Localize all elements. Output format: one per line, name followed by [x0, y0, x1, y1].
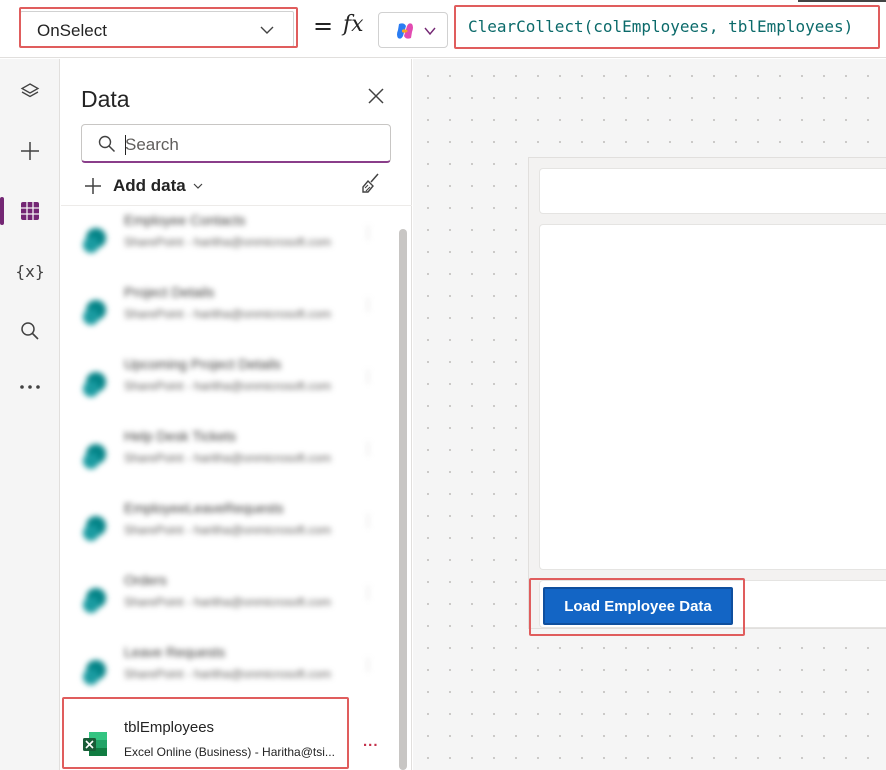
data-source-list: Employee Contacts SharePoint - haritha@o… [61, 206, 399, 770]
layers-icon [20, 83, 40, 98]
app-screen[interactable]: Load Employee Data [528, 157, 886, 629]
data-source-subtitle: SharePoint - haritha@onmicrosoft.com [124, 595, 331, 609]
more-options-icon: ⋮ [361, 512, 375, 528]
tree-view-button[interactable] [0, 72, 60, 112]
data-source-item[interactable]: Orders SharePoint - haritha@onmicrosoft.… [61, 566, 399, 638]
data-source-subtitle: SharePoint - haritha@onmicrosoft.com [124, 667, 331, 681]
plus-icon [85, 178, 101, 194]
add-data-label: Add data [113, 176, 186, 195]
data-source-subtitle: SharePoint - haritha@onmicrosoft.com [124, 523, 331, 537]
property-dropdown[interactable]: OnSelect [20, 11, 294, 47]
data-source-subtitle: SharePoint - haritha@onmicrosoft.com [124, 307, 331, 321]
chevron-down-icon [260, 26, 274, 34]
sharepoint-icon [83, 300, 106, 325]
canvas[interactable]: Load Employee Data [413, 59, 886, 770]
sharepoint-icon [83, 228, 106, 253]
data-source-name: Employee Contacts [124, 212, 246, 228]
more-options-icon: ⋮ [361, 440, 375, 456]
sharepoint-icon [83, 660, 106, 685]
equals-sign: = [313, 12, 334, 40]
data-button[interactable] [0, 191, 60, 231]
search-icon [21, 322, 39, 340]
more-options-button[interactable]: ... [363, 733, 379, 750]
search-input[interactable]: Search [81, 124, 391, 163]
data-source-name: EmployeeLeaveRequests [124, 500, 284, 516]
data-panel: Data Search Add data Employee Contacts S… [61, 59, 412, 770]
data-source-item[interactable]: Employee Contacts SharePoint - haritha@o… [61, 206, 399, 278]
sharepoint-icon [83, 372, 106, 397]
data-source-name: Orders [124, 572, 167, 588]
gallery-container[interactable] [539, 224, 886, 570]
header-container[interactable] [539, 168, 886, 214]
close-icon[interactable] [365, 85, 387, 107]
sharepoint-icon [83, 588, 106, 613]
data-source-subtitle: SharePoint - haritha@onmicrosoft.com [124, 451, 331, 465]
broom-icon[interactable] [359, 171, 383, 195]
search-placeholder: Search [125, 135, 179, 154]
data-source-item[interactable]: Leave Requests SharePoint - haritha@onmi… [61, 638, 399, 710]
excel-icon [83, 732, 107, 756]
data-source-subtitle: SharePoint - haritha@onmicrosoft.com [124, 379, 331, 393]
data-source-name: Leave Requests [124, 644, 226, 660]
add-data-button[interactable]: Add data [83, 172, 204, 200]
more-rail-button[interactable] [0, 367, 60, 407]
chevron-down-icon [424, 27, 436, 36]
data-grid-icon [21, 202, 39, 220]
variables-button[interactable]: {x} [0, 251, 60, 291]
more-options-icon: ⋮ [361, 224, 375, 240]
property-value: OnSelect [37, 21, 107, 40]
more-options-icon: ⋮ [361, 656, 375, 672]
data-source-item[interactable]: Project Details SharePoint - haritha@onm… [61, 278, 399, 350]
data-source-name: Upcoming Project Details [124, 356, 282, 372]
formula-text: ClearCollect(colEmployees, tblEmployees) [468, 17, 854, 36]
more-options-icon: ⋮ [361, 296, 375, 312]
formula-bar: OnSelect = fx ClearCollect(colEmployees,… [0, 0, 886, 58]
panel-title: Data [81, 86, 130, 112]
search-icon [98, 135, 116, 153]
data-source-item[interactable]: EmployeeLeaveRequests SharePoint - harit… [61, 494, 399, 566]
text-caret [125, 135, 126, 155]
formula-input[interactable]: ClearCollect(colEmployees, tblEmployees) [458, 8, 886, 48]
search-rail-button[interactable] [0, 311, 60, 351]
copilot-button[interactable] [378, 12, 448, 48]
left-rail: {x} [0, 59, 60, 770]
data-source-subtitle: SharePoint - haritha@onmicrosoft.com [124, 235, 331, 249]
data-source-item-tblemployees[interactable]: tblEmployees Excel Online (Business) - H… [61, 711, 399, 770]
more-options-icon: ⋮ [361, 584, 375, 600]
data-source-subtitle: Excel Online (Business) - Haritha@tsi... [124, 745, 335, 759]
data-source-name: tblEmployees [124, 719, 215, 736]
insert-button[interactable] [0, 131, 60, 171]
plus-icon [21, 142, 39, 160]
more-icon [20, 385, 40, 389]
data-source-item[interactable]: Help Desk Tickets SharePoint - haritha@o… [61, 422, 399, 494]
fx-icon[interactable]: fx [343, 12, 364, 37]
data-source-name: Project Details [124, 284, 215, 300]
variables-icon: {x} [15, 261, 45, 281]
top-divider [798, 0, 886, 2]
sharepoint-icon [83, 444, 106, 469]
load-employee-data-button[interactable]: Load Employee Data [543, 587, 733, 625]
chevron-down-icon [193, 183, 203, 189]
power-apps-studio: OnSelect = fx ClearCollect(colEmployees,… [0, 0, 886, 770]
data-source-item[interactable]: Upcoming Project Details SharePoint - ha… [61, 350, 399, 422]
sharepoint-icon [83, 516, 106, 541]
more-options-icon: ⋮ [361, 368, 375, 384]
scrollbar[interactable] [399, 229, 407, 770]
data-source-name: Help Desk Tickets [124, 428, 237, 444]
copilot-icon [397, 23, 413, 39]
